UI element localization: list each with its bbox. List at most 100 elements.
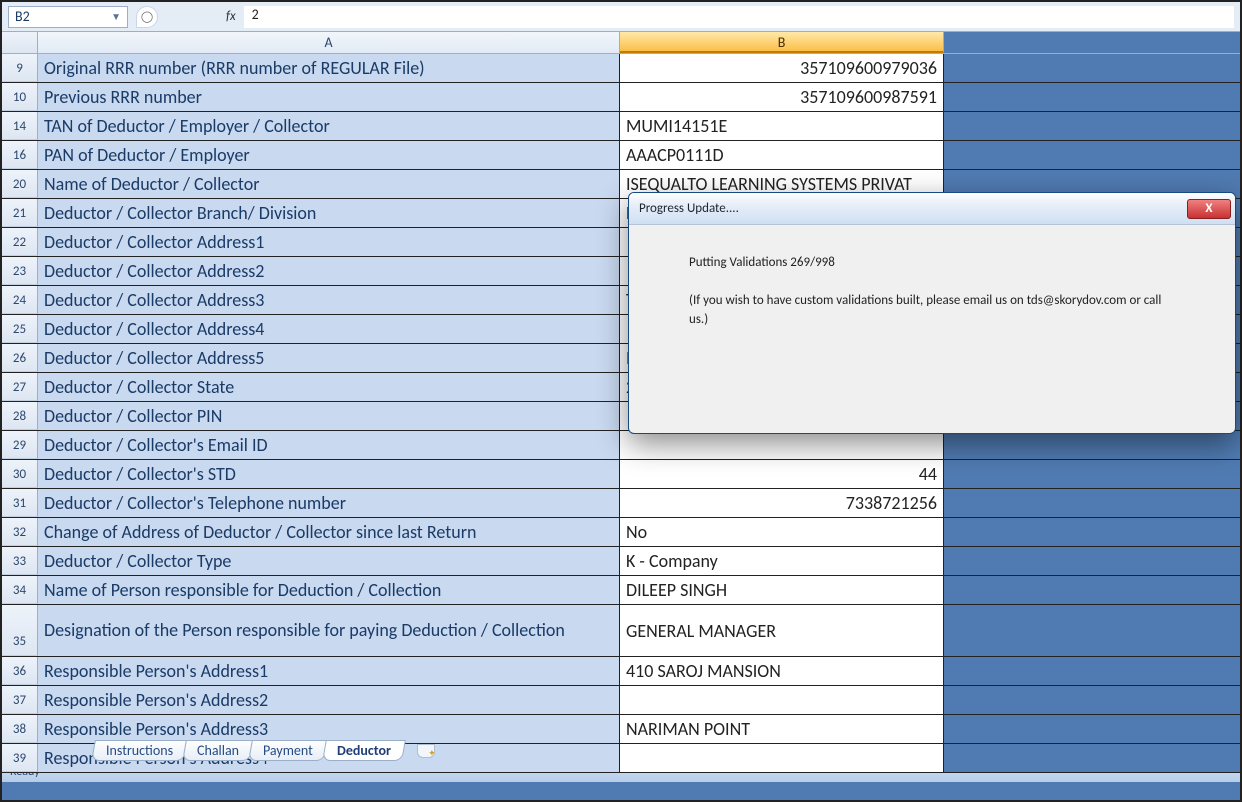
cell-value[interactable]: 410 SAROJ MANSION bbox=[620, 657, 944, 685]
blank-area bbox=[944, 744, 1240, 772]
cell-label[interactable]: Responsible Person's Address3 bbox=[38, 715, 620, 743]
column-header-A[interactable]: A bbox=[38, 32, 620, 53]
close-button[interactable]: X bbox=[1187, 199, 1231, 219]
table-row: 36Responsible Person's Address1410 SAROJ… bbox=[2, 657, 1240, 686]
row-header[interactable]: 27 bbox=[2, 373, 38, 401]
cell-label[interactable]: Deductor / Collector's STD bbox=[38, 460, 620, 488]
sheet-tab-label: Deductor bbox=[337, 742, 391, 759]
row-header[interactable]: 24 bbox=[2, 286, 38, 314]
new-sheet-icon[interactable] bbox=[417, 744, 435, 758]
blank-area bbox=[944, 54, 1240, 82]
cell-label[interactable]: Change of Address of Deductor / Collecto… bbox=[38, 518, 620, 546]
row-header[interactable]: 38 bbox=[2, 715, 38, 743]
blank-area bbox=[944, 605, 1240, 656]
row-header[interactable]: 10 bbox=[2, 83, 38, 111]
row-header[interactable]: 30 bbox=[2, 460, 38, 488]
row-header[interactable]: 32 bbox=[2, 518, 38, 546]
cell-label[interactable]: Deductor / Collector's Telephone number bbox=[38, 489, 620, 517]
cell-value[interactable]: 44 bbox=[620, 460, 944, 488]
sheet-tab-payment[interactable]: Payment bbox=[248, 740, 327, 761]
blank-area bbox=[944, 83, 1240, 111]
cell-value[interactable]: AAACP0111D bbox=[620, 141, 944, 169]
row-header[interactable]: 23 bbox=[2, 257, 38, 285]
sheet-tab-label: Challan bbox=[197, 742, 239, 759]
cell-label[interactable]: Name of Deductor / Collector bbox=[38, 170, 620, 198]
cell-value[interactable] bbox=[620, 431, 944, 459]
cell-label[interactable]: PAN of Deductor / Employer bbox=[38, 141, 620, 169]
cell-value[interactable]: K - Company bbox=[620, 547, 944, 575]
row-header[interactable]: 33 bbox=[2, 547, 38, 575]
progress-dialog: Progress Update.... X Putting Validation… bbox=[628, 192, 1236, 434]
table-row: 16PAN of Deductor / EmployerAAACP0111D bbox=[2, 141, 1240, 170]
column-header-B[interactable]: B bbox=[620, 32, 944, 53]
cell-label[interactable]: Deductor / Collector Address2 bbox=[38, 257, 620, 285]
cell-value[interactable] bbox=[620, 744, 944, 772]
row-header[interactable]: 31 bbox=[2, 489, 38, 517]
close-icon: X bbox=[1205, 201, 1212, 216]
blank-area bbox=[944, 489, 1240, 517]
row-header[interactable]: 35 bbox=[2, 605, 38, 656]
select-all-corner[interactable] bbox=[2, 32, 38, 53]
cell-value[interactable]: MUMI14151E bbox=[620, 112, 944, 140]
row-header[interactable]: 34 bbox=[2, 576, 38, 604]
cell-label[interactable]: Name of Person responsible for Deduction… bbox=[38, 576, 620, 604]
cell-label[interactable]: Deductor / Collector State bbox=[38, 373, 620, 401]
cell-value[interactable]: GENERAL MANAGER bbox=[620, 605, 944, 656]
cell-value[interactable]: No bbox=[620, 518, 944, 546]
table-row: 33Deductor / Collector TypeK - Company bbox=[2, 547, 1240, 576]
cell-label[interactable]: Responsible Person's Address1 bbox=[38, 657, 620, 685]
cell-value[interactable]: NARIMAN POINT bbox=[620, 715, 944, 743]
cell-label[interactable]: Previous RRR number bbox=[38, 83, 620, 111]
cell-label[interactable]: Deductor / Collector PIN bbox=[38, 402, 620, 430]
row-header[interactable]: 22 bbox=[2, 228, 38, 256]
row-header[interactable]: 29 bbox=[2, 431, 38, 459]
chevron-down-icon[interactable]: ▼ bbox=[111, 10, 121, 23]
blank-area bbox=[944, 576, 1240, 604]
row-header[interactable]: 9 bbox=[2, 54, 38, 82]
cell-value[interactable]: 357109600979036 bbox=[620, 54, 944, 82]
cell-label[interactable]: Designation of the Person responsible fo… bbox=[38, 605, 620, 656]
row-header[interactable]: 36 bbox=[2, 657, 38, 685]
row-header[interactable]: 25 bbox=[2, 315, 38, 343]
table-row: 34Name of Person responsible for Deducti… bbox=[2, 576, 1240, 605]
cell-label[interactable]: Deductor / Collector Address4 bbox=[38, 315, 620, 343]
formula-input[interactable]: 2 bbox=[244, 6, 1234, 28]
row-header[interactable]: 20 bbox=[2, 170, 38, 198]
row-header[interactable]: 21 bbox=[2, 199, 38, 227]
row-header[interactable]: 39 bbox=[2, 744, 38, 772]
blank-area bbox=[944, 518, 1240, 546]
cell-label[interactable]: Deductor / Collector Type bbox=[38, 547, 620, 575]
blank-area bbox=[944, 141, 1240, 169]
sheet-tab-challan[interactable]: Challan bbox=[182, 740, 254, 761]
table-row: 9Original RRR number (RRR number of REGU… bbox=[2, 54, 1240, 83]
cell-label[interactable]: Deductor / Collector's Email ID bbox=[38, 431, 620, 459]
row-header[interactable]: 16 bbox=[2, 141, 38, 169]
cell-label[interactable]: Deductor / Collector Address5 bbox=[38, 344, 620, 372]
table-row: 37Responsible Person's Address2 bbox=[2, 686, 1240, 715]
cell-value[interactable]: 357109600987591 bbox=[620, 83, 944, 111]
sheet-tab-instructions[interactable]: Instructions bbox=[91, 740, 188, 761]
cell-label[interactable]: TAN of Deductor / Employer / Collector bbox=[38, 112, 620, 140]
cancel-formula-icon[interactable]: ◯ bbox=[136, 6, 158, 28]
dialog-titlebar[interactable]: Progress Update.... X bbox=[629, 193, 1235, 225]
row-header[interactable]: 37 bbox=[2, 686, 38, 714]
cell-label[interactable]: Original RRR number (RRR number of REGUL… bbox=[38, 54, 620, 82]
cell-value[interactable]: DILEEP SINGH bbox=[620, 576, 944, 604]
cell-value[interactable]: 7338721256 bbox=[620, 489, 944, 517]
cell-label[interactable]: Responsible Person's Address2 bbox=[38, 686, 620, 714]
table-row: 32Change of Address of Deductor / Collec… bbox=[2, 518, 1240, 547]
column-header-row: A B bbox=[2, 32, 1240, 54]
cell-label[interactable]: Deductor / Collector Address1 bbox=[38, 228, 620, 256]
row-header[interactable]: 28 bbox=[2, 402, 38, 430]
dialog-body: Putting Validations 269/998 (If you wish… bbox=[629, 225, 1235, 358]
name-box[interactable]: B2 ▼ bbox=[8, 6, 128, 28]
table-row: 29Deductor / Collector's Email ID bbox=[2, 431, 1240, 460]
row-header[interactable]: 26 bbox=[2, 344, 38, 372]
cell-label[interactable]: Deductor / Collector Branch/ Division bbox=[38, 199, 620, 227]
fx-label[interactable]: fx bbox=[226, 9, 236, 24]
cell-label[interactable]: Deductor / Collector Address3 bbox=[38, 286, 620, 314]
cell-value[interactable] bbox=[620, 686, 944, 714]
sheet-tab-deductor[interactable]: Deductor bbox=[322, 740, 406, 761]
row-header[interactable]: 14 bbox=[2, 112, 38, 140]
blank-area bbox=[944, 657, 1240, 685]
